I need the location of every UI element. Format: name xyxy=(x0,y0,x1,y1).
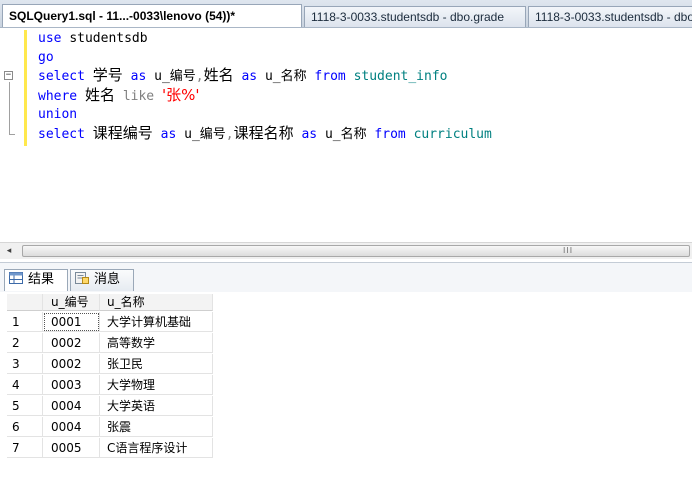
grid-cell[interactable]: 0002 xyxy=(43,354,100,374)
column-header-u-name[interactable]: u_名称 xyxy=(100,294,213,311)
grid-cell[interactable]: 高等数学 xyxy=(100,333,213,353)
grid-cell[interactable]: 张震 xyxy=(100,417,213,437)
grid-cell[interactable]: 大学英语 xyxy=(100,396,213,416)
tab-results[interactable]: 结果 xyxy=(4,269,68,291)
db-name: studentsdb xyxy=(69,31,148,46)
grid-cell[interactable]: 0004 xyxy=(43,396,100,416)
code-line-6: select 课程编号 as u_编号,课程名称 as u_名称 from cu… xyxy=(38,124,492,143)
comma: , xyxy=(195,69,204,84)
keyword-select: select xyxy=(38,69,85,84)
grid-cell[interactable]: 0002 xyxy=(43,333,100,353)
grid-cell[interactable]: 张卫民 xyxy=(100,354,213,374)
keyword-union: union xyxy=(38,107,78,122)
row-number[interactable]: 3 xyxy=(7,354,43,374)
row-number[interactable]: 4 xyxy=(7,375,43,395)
keyword-where: where xyxy=(38,89,78,104)
table-row[interactable]: 6 0004 张震 xyxy=(7,417,213,438)
code-line-2: go xyxy=(38,48,54,67)
row-number-header[interactable] xyxy=(7,294,43,311)
grid-cell[interactable]: 大学计算机基础 xyxy=(100,312,213,332)
alias: u_编号 xyxy=(184,127,226,142)
grid-cell[interactable]: 0004 xyxy=(43,417,100,437)
row-number[interactable]: 6 xyxy=(7,417,43,437)
tab-messages[interactable]: 消息 xyxy=(70,269,134,291)
fold-guide-end xyxy=(9,134,15,135)
grid-cell[interactable]: 大学物理 xyxy=(100,375,213,395)
alias: u_编号 xyxy=(154,69,196,84)
table-row[interactable]: 2 0002 高等数学 xyxy=(7,333,213,354)
grid-cell[interactable]: 0001 xyxy=(43,312,100,332)
sql-editor[interactable]: − use studentsdb go select 学号 as u_编号,姓名… xyxy=(0,28,692,242)
table-row[interactable]: 3 0002 张卫民 xyxy=(7,354,213,375)
grid-cell[interactable]: 0005 xyxy=(43,438,100,458)
alias: u_名称 xyxy=(264,69,307,84)
table-row[interactable]: 7 0005 C语言程序设计 xyxy=(7,438,213,459)
row-number[interactable]: 2 xyxy=(7,333,43,353)
table-row[interactable]: 4 0003 大学物理 xyxy=(7,375,213,396)
editor-hscrollbar[interactable]: ◂ III xyxy=(0,242,692,259)
grid-icon xyxy=(9,272,23,284)
code-line-3: select 学号 as u_编号,姓名 as u_名称 from studen… xyxy=(38,66,447,85)
tab-sqlquery1[interactable]: SQLQuery1.sql - 11...-0033\lenovo (54))* xyxy=(2,4,302,27)
string-literal: '张%' xyxy=(161,86,200,104)
message-icon xyxy=(75,272,89,284)
tab-messages-label: 消息 xyxy=(94,272,121,287)
alias: u_名称 xyxy=(324,127,367,142)
document-tab-strip: SQLQuery1.sql - 11...-0033\lenovo (54))*… xyxy=(0,0,692,28)
column-ref: 姓名 xyxy=(203,66,234,84)
keyword-as: as xyxy=(160,127,177,142)
row-number[interactable]: 7 xyxy=(7,438,43,458)
code-line-1: use studentsdb xyxy=(38,29,148,48)
grip-icon: III xyxy=(563,246,574,255)
change-margin xyxy=(24,30,27,146)
code-line-5: union xyxy=(38,105,77,124)
keyword-as: as xyxy=(301,127,318,142)
code-line-4: where 姓名 like '张%' xyxy=(38,86,199,105)
column-ref: 姓名 xyxy=(84,86,115,104)
table-ref: student_info xyxy=(353,69,448,84)
keyword-like: like xyxy=(122,89,155,104)
keyword-select: select xyxy=(38,127,85,142)
keyword-from: from xyxy=(374,127,406,142)
scroll-left-icon[interactable]: ◂ xyxy=(3,245,15,257)
keyword-use: use xyxy=(38,31,62,46)
grid-cell[interactable]: 0003 xyxy=(43,375,100,395)
keyword-go: go xyxy=(38,50,54,65)
table-row[interactable]: 1 0001 大学计算机基础 xyxy=(7,312,213,333)
tab-curriculum-table[interactable]: 1118-3-0033.studentsdb - dbo.curriculum xyxy=(528,6,692,27)
grid-cell[interactable]: C语言程序设计 xyxy=(100,438,213,458)
keyword-as: as xyxy=(241,69,258,84)
results-tab-bar: 结果 消息 xyxy=(0,262,692,292)
column-ref: 学号 xyxy=(92,66,123,84)
collapse-icon[interactable]: − xyxy=(4,71,13,80)
keyword-as: as xyxy=(130,69,147,84)
keyword-from: from xyxy=(314,69,346,84)
column-ref: 课程编号 xyxy=(92,124,153,142)
tab-results-label: 结果 xyxy=(28,272,55,287)
column-ref: 课程名称 xyxy=(233,124,294,142)
fold-guide xyxy=(9,82,10,134)
comma: , xyxy=(225,127,234,142)
column-header-u-id[interactable]: u_编号 xyxy=(43,294,100,311)
row-number[interactable]: 5 xyxy=(7,396,43,416)
tab-grade-table[interactable]: 1118-3-0033.studentsdb - dbo.grade xyxy=(304,6,526,27)
scroll-thumb[interactable]: III xyxy=(22,245,690,257)
table-row[interactable]: 5 0004 大学英语 xyxy=(7,396,213,417)
row-number[interactable]: 1 xyxy=(7,312,43,332)
table-ref: curriculum xyxy=(413,127,492,142)
